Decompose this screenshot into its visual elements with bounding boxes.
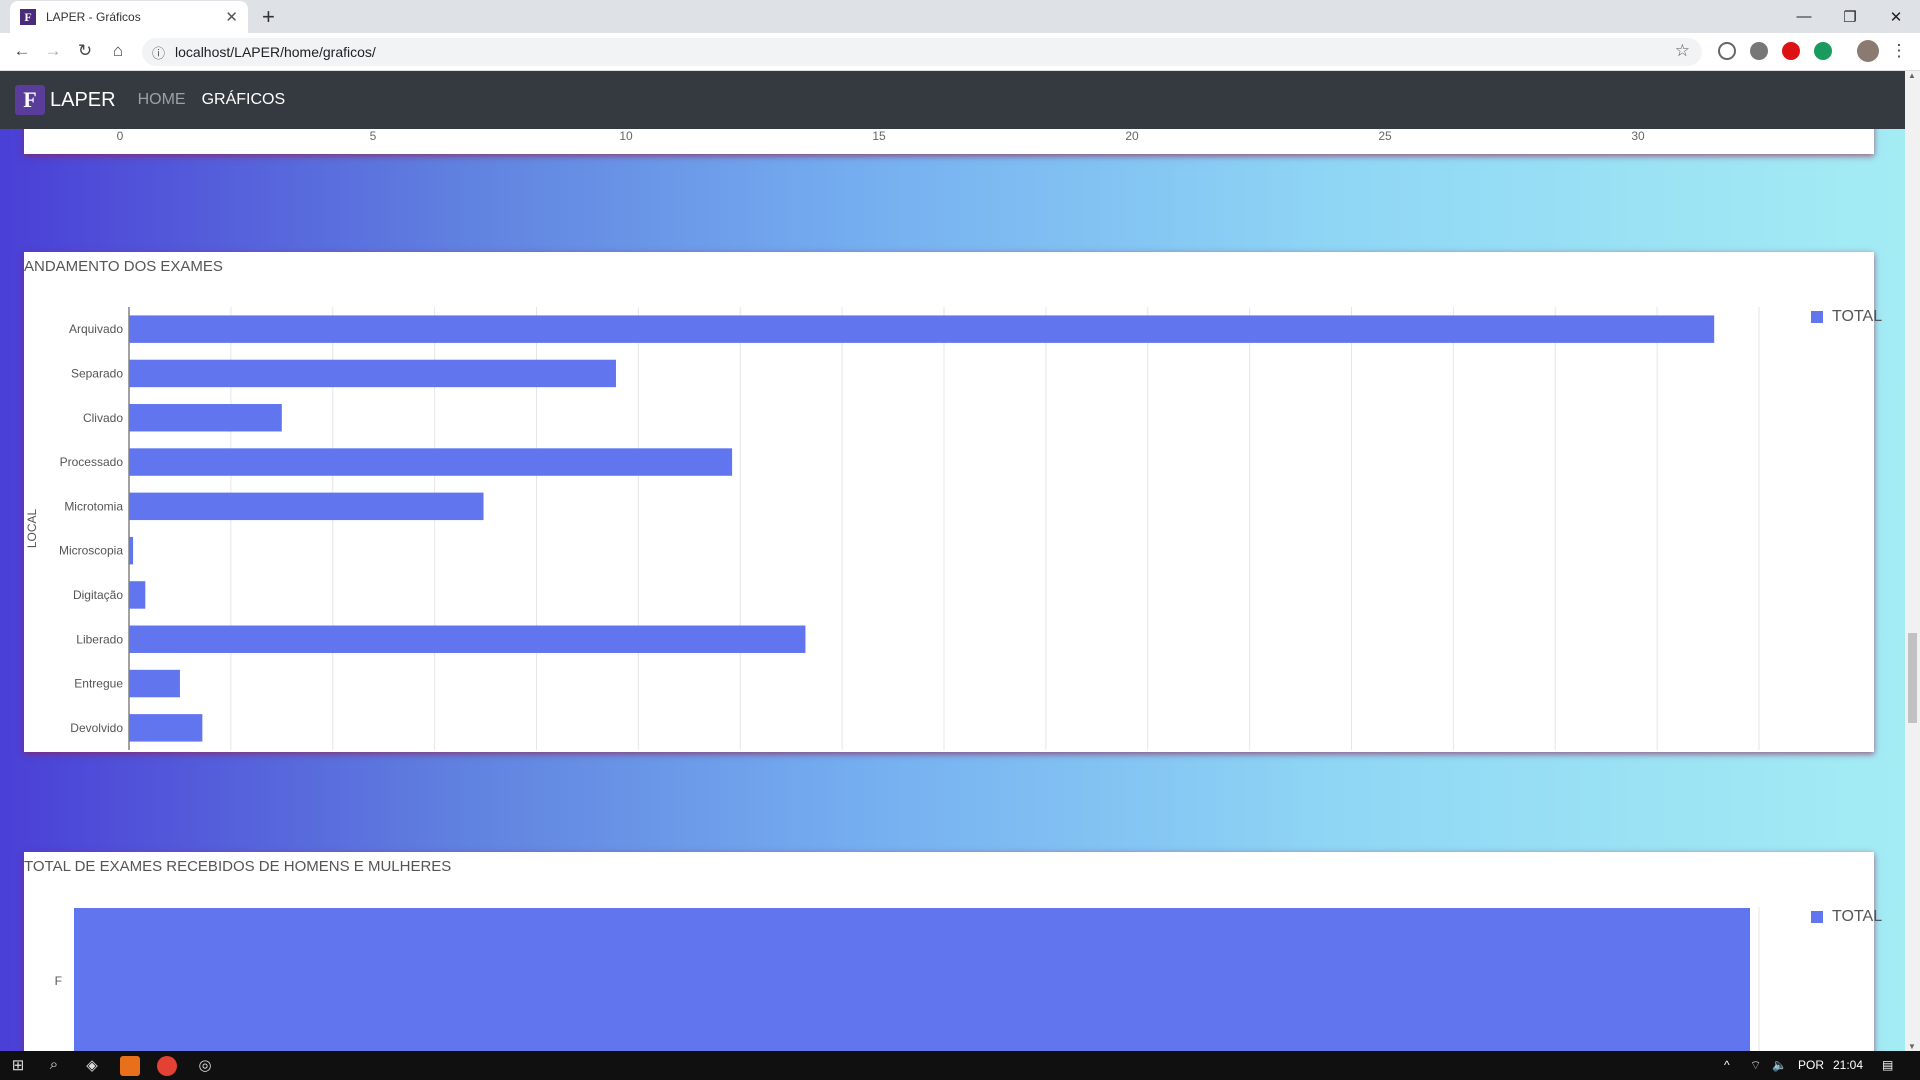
nav-graficos[interactable]: GRÁFICOS [202, 91, 286, 109]
new-tab-icon[interactable]: + [262, 4, 275, 30]
x-tick-label: 20 [1125, 129, 1139, 143]
bookmark-star-icon[interactable]: ☆ [1675, 41, 1690, 61]
category-label: F [55, 974, 62, 988]
bar-entregue [129, 669, 180, 698]
bar-separado [129, 359, 616, 388]
category-label: Arquivado [69, 322, 123, 336]
y-axis-label: LOCAL [25, 509, 39, 549]
chart-title: ANDAMENTO DOS EXAMES [24, 258, 223, 275]
profile-avatar[interactable] [1857, 40, 1879, 62]
category-label: Clivado [83, 411, 123, 425]
scrollbar-thumb[interactable] [1908, 633, 1917, 723]
chart-legend[interactable]: TOTAL [1811, 908, 1882, 926]
clock[interactable]: 21:04 [1833, 1058, 1863, 1072]
category-label: Devolvido [70, 721, 123, 735]
browser-tab-strip: F LAPER - Gráficos ✕ + — ❐ ✕ [0, 0, 1920, 33]
x-tick-label: 30 [1631, 129, 1645, 143]
scroll-down-icon[interactable]: ▼ [1908, 1042, 1916, 1051]
x-tick-label: 0 [117, 129, 124, 143]
info-icon[interactable]: ⓘ [152, 43, 165, 62]
forward-icon[interactable]: → [41, 41, 65, 61]
browser-toolbar: ← → ↻ ⌂ ⓘ localhost/LAPER/home/graficos/… [0, 33, 1920, 71]
bar-microscopia [129, 536, 134, 565]
restore-icon[interactable]: ❐ [1827, 0, 1873, 33]
bar-microtomia [129, 492, 484, 521]
bar-clivado [129, 404, 282, 432]
browser-tab[interactable]: F LAPER - Gráficos ✕ [10, 1, 248, 33]
x-tick-label: 15 [872, 129, 886, 143]
shield-extension-icon[interactable] [1814, 42, 1832, 60]
start-icon[interactable]: ⊞ [8, 1056, 28, 1076]
nav-home[interactable]: HOME [138, 91, 186, 109]
network-icon[interactable]: ⌔ [1750, 1058, 1761, 1073]
minimize-icon[interactable]: — [1781, 0, 1827, 33]
language-indicator[interactable]: POR [1798, 1058, 1824, 1072]
page-scrollbar[interactable]: ▲ ▼ [1905, 71, 1920, 1051]
bar-liberado [129, 625, 806, 653]
bar-f [74, 908, 1750, 1051]
bar-processado [129, 448, 733, 476]
category-label: Digitação [73, 588, 123, 602]
xampp-icon[interactable] [120, 1056, 140, 1076]
sexo-chart: F [55, 907, 1760, 1051]
brand-logo[interactable]: F [15, 85, 45, 115]
legend-label: TOTAL [1832, 908, 1883, 925]
chart-card-sexo: TOTAL DE EXAMES RECEBIDOS DE HOMENS E MU… [24, 852, 1882, 1051]
windows-taskbar: ⊞ ⌕ ◈ ◎ ^ ⌔ 🔈 POR 21:04 ▤ [0, 1051, 1920, 1080]
bar-devolvido [129, 714, 203, 742]
volume-icon[interactable]: 🔈 [1772, 1058, 1787, 1072]
app-icon[interactable]: ◎ [195, 1056, 215, 1076]
menu-icon[interactable]: ⋮ [1887, 41, 1911, 61]
x-tick-label: 10 [619, 129, 633, 143]
page-viewport: F LAPER HOME GRÁFICOS 051015202530354045… [0, 71, 1905, 1051]
bar-arquivado [129, 315, 1715, 343]
category-label: Microtomia [64, 499, 123, 513]
virtualbox-icon[interactable]: ◈ [82, 1056, 102, 1076]
tray-expand-icon[interactable]: ^ [1724, 1058, 1730, 1072]
category-label: Separado [71, 366, 123, 380]
x-tick-label: 25 [1378, 129, 1392, 143]
category-label: Processado [60, 455, 124, 469]
tab-title: LAPER - Gráficos [46, 10, 141, 24]
bar-digitação [129, 581, 146, 609]
favicon-icon: F [20, 9, 36, 25]
reload-icon[interactable]: ↻ [73, 41, 97, 61]
brand-name[interactable]: LAPER [50, 89, 116, 112]
chart-card-andamento: ANDAMENTO DOS EXAMES TOTAL 0501001502002… [24, 252, 1882, 767]
close-window-icon[interactable]: ✕ [1873, 0, 1919, 33]
andamento-chart: 0501001502002503003504004505005506006507… [25, 307, 1769, 767]
address-bar[interactable]: ⓘ localhost/LAPER/home/graficos/ ☆ [142, 38, 1702, 66]
opera-extension-icon[interactable] [1782, 42, 1800, 60]
x-tick-label: 5 [370, 129, 377, 143]
scroll-up-icon[interactable]: ▲ [1908, 71, 1916, 80]
legend-swatch [1811, 311, 1823, 323]
chrome-icon[interactable] [157, 1056, 177, 1076]
extension-icon[interactable] [1750, 42, 1768, 60]
search-icon[interactable]: ⌕ [44, 1056, 64, 1076]
chart-title: TOTAL DE EXAMES RECEBIDOS DE HOMENS E MU… [24, 858, 452, 875]
back-icon[interactable]: ← [10, 41, 34, 61]
legend-label: TOTAL [1832, 308, 1883, 325]
home-icon[interactable]: ⌂ [106, 41, 130, 61]
extension-icon[interactable] [1718, 42, 1736, 60]
close-tab-icon[interactable]: ✕ [225, 8, 238, 26]
app-navbar: F LAPER HOME GRÁFICOS [0, 71, 1905, 129]
category-label: Liberado [76, 632, 123, 646]
category-label: Entregue [74, 677, 123, 691]
chart-legend[interactable]: TOTAL [1811, 308, 1882, 326]
url-text: localhost/LAPER/home/graficos/ [175, 44, 376, 60]
legend-swatch [1811, 911, 1823, 923]
category-label: Microscopia [59, 544, 123, 558]
notifications-icon[interactable]: ▤ [1882, 1058, 1893, 1072]
